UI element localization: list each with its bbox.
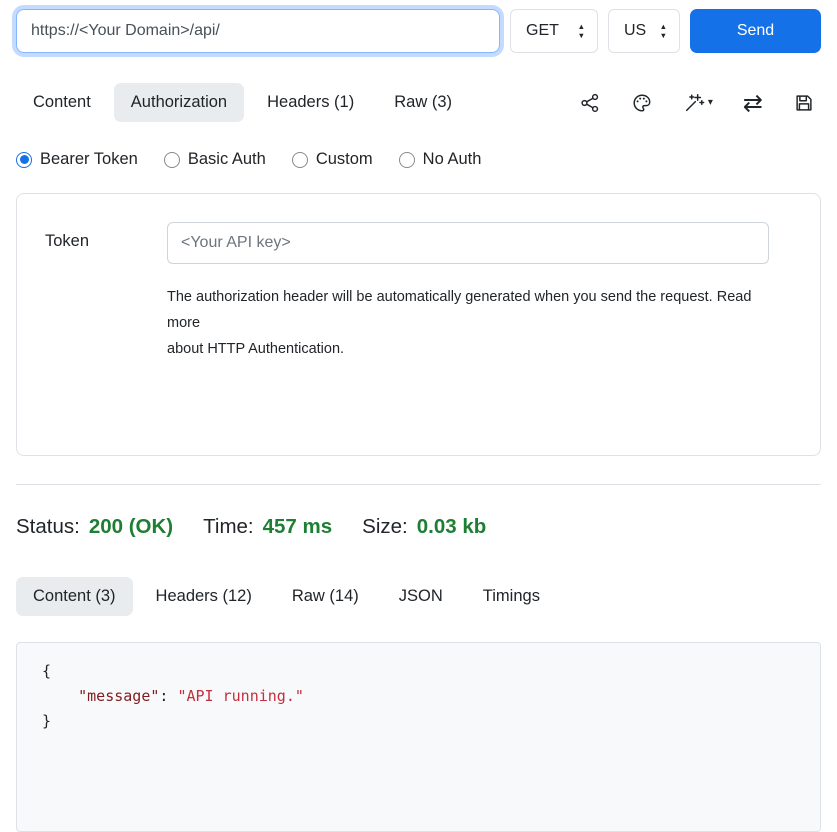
share-icon[interactable] <box>579 92 601 114</box>
response-status: Status: 200 (OK) Time: 457 ms Size: 0.03… <box>16 515 821 539</box>
tab-raw[interactable]: Raw (3) <box>377 83 469 122</box>
time-item: Time: 457 ms <box>203 515 332 539</box>
toolbar: ▾ ⇄ <box>579 91 821 115</box>
token-field-column: The authorization header will be automat… <box>167 222 769 362</box>
radio-selected-icon <box>16 152 32 168</box>
request-tabs: Content Authorization Headers (1) Raw (3… <box>16 83 469 122</box>
tab-content[interactable]: Content <box>16 83 108 122</box>
tab-headers[interactable]: Headers (1) <box>250 83 371 122</box>
swap-glyph: ⇄ <box>743 91 763 115</box>
response-body: { "message": "API running." } <box>16 642 821 832</box>
send-button[interactable]: Send <box>690 9 821 53</box>
palette-icon[interactable] <box>631 92 653 114</box>
radio-basic-auth[interactable]: Basic Auth <box>164 150 266 169</box>
tab-authorization[interactable]: Authorization <box>114 83 244 122</box>
radio-icon <box>164 152 180 168</box>
response-tabs: Content (3) Headers (12) Raw (14) JSON T… <box>16 577 821 616</box>
arrow-down-icon: ▼ <box>660 32 667 40</box>
radio-custom[interactable]: Custom <box>292 150 373 169</box>
url-input[interactable] <box>16 9 500 53</box>
token-row: Token The authorization header will be a… <box>45 222 792 362</box>
caret-down-icon: ▾ <box>708 98 713 108</box>
json-close-brace: } <box>42 712 51 730</box>
response-json: { "message": "API running." } <box>42 659 795 734</box>
radio-icon <box>292 152 308 168</box>
radio-icon <box>399 152 415 168</box>
api-client-page: GET ▲ ▼ US ▲ ▼ Send Content Authorizatio… <box>0 0 837 832</box>
request-bar: GET ▲ ▼ US ▲ ▼ Send <box>16 9 821 53</box>
status-value: 200 (OK) <box>89 515 173 539</box>
json-open-brace: { <box>42 662 51 680</box>
tab-response-timings[interactable]: Timings <box>466 577 557 616</box>
region-select-value: US <box>624 22 646 40</box>
section-divider <box>16 484 821 485</box>
status-label: Status: <box>16 515 80 539</box>
save-icon[interactable] <box>793 92 815 114</box>
radio-label: No Auth <box>423 150 482 169</box>
arrow-up-icon: ▲ <box>660 23 667 31</box>
json-key: "message" <box>78 687 159 705</box>
radio-no-auth[interactable]: No Auth <box>399 150 482 169</box>
token-input[interactable] <box>167 222 769 264</box>
radio-bearer-token[interactable]: Bearer Token <box>16 150 138 169</box>
request-tabs-row: Content Authorization Headers (1) Raw (3… <box>16 83 821 122</box>
token-label: Token <box>45 222 167 362</box>
select-arrows-icon: ▲ ▼ <box>578 23 585 39</box>
size-value: 0.03 kb <box>417 515 487 539</box>
auth-help-line-1: The authorization header will be automat… <box>167 289 751 331</box>
time-value: 457 ms <box>263 515 333 539</box>
magic-wand-icon[interactable]: ▾ <box>683 92 713 114</box>
size-label: Size: <box>362 515 408 539</box>
auth-options: Bearer Token Basic Auth Custom No Auth <box>16 150 821 169</box>
arrow-down-icon: ▼ <box>578 32 585 40</box>
region-select[interactable]: US ▲ ▼ <box>608 9 680 53</box>
json-colon: : <box>159 687 177 705</box>
tab-response-content[interactable]: Content (3) <box>16 577 133 616</box>
auth-panel: Token The authorization header will be a… <box>16 193 821 456</box>
size-item: Size: 0.03 kb <box>362 515 486 539</box>
arrow-up-icon: ▲ <box>578 23 585 31</box>
method-select[interactable]: GET ▲ ▼ <box>510 9 598 53</box>
json-indent <box>42 687 78 705</box>
tab-response-headers[interactable]: Headers (12) <box>139 577 269 616</box>
radio-label: Bearer Token <box>40 150 138 169</box>
tab-response-raw[interactable]: Raw (14) <box>275 577 376 616</box>
radio-label: Custom <box>316 150 373 169</box>
swap-arrows-icon[interactable]: ⇄ <box>743 91 763 115</box>
tab-response-json[interactable]: JSON <box>382 577 460 616</box>
time-label: Time: <box>203 515 254 539</box>
method-select-value: GET <box>526 22 559 40</box>
radio-label: Basic Auth <box>188 150 266 169</box>
json-value: "API running." <box>177 687 303 705</box>
auth-help-line-2: about HTTP Authentication. <box>167 341 344 357</box>
status-item: Status: 200 (OK) <box>16 515 173 539</box>
select-arrows-icon: ▲ ▼ <box>660 23 667 39</box>
auth-help-text: The authorization header will be automat… <box>167 284 769 362</box>
